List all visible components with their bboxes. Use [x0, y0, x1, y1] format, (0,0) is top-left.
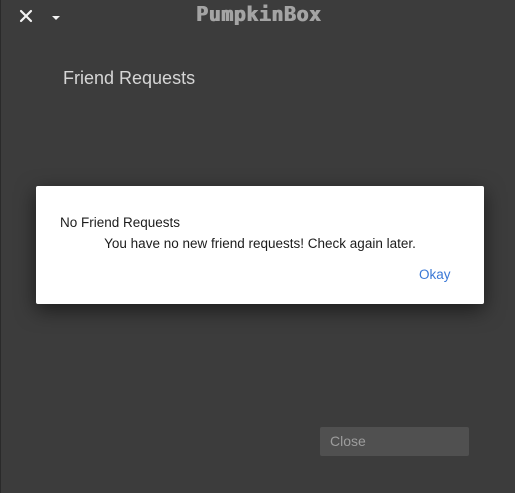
app-title: PumpkinBox: [195, 2, 322, 26]
okay-button[interactable]: Okay: [419, 267, 451, 282]
app-window: PumpkinBox Friend Requests No Friend Req…: [0, 0, 515, 493]
page-title: Friend Requests: [63, 68, 196, 88]
close-button[interactable]: Close: [320, 427, 469, 456]
alert-dialog: No Friend Requests You have no new frien…: [36, 186, 484, 304]
titlebar: PumpkinBox: [1, 0, 515, 30]
dialog-title: No Friend Requests: [60, 215, 181, 230]
dialog-message: You have no new friend requests! Check a…: [104, 236, 416, 251]
